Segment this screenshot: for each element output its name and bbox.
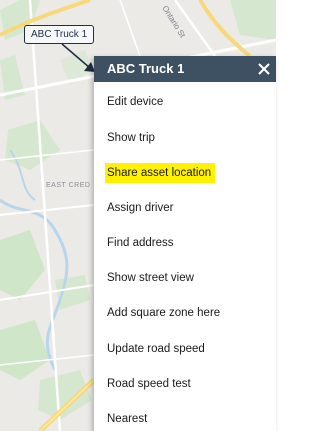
menu-item-assign-driver[interactable]: Assign driver	[94, 191, 276, 226]
context-menu-header: ABC Truck 1	[94, 56, 276, 82]
menu-item-edit-device[interactable]: Edit device	[94, 82, 276, 121]
asset-map-label[interactable]: ABC Truck 1	[24, 25, 95, 44]
asset-context-menu: ABC Truck 1 Edit device Show trip Share …	[94, 56, 276, 431]
menu-item-update-road-speed[interactable]: Update road speed	[94, 332, 276, 367]
close-icon[interactable]	[257, 58, 271, 80]
menu-item-road-speed-test[interactable]: Road speed test	[94, 367, 276, 402]
highlighted-label: Share asset location	[105, 163, 216, 184]
context-menu-list: Edit device Show trip Share asset locati…	[94, 82, 276, 431]
menu-item-add-square-zone[interactable]: Add square zone here	[94, 296, 276, 331]
menu-item-show-trip[interactable]: Show trip	[94, 121, 276, 156]
menu-item-nearest[interactable]: Nearest	[94, 402, 276, 431]
menu-item-share-asset-location[interactable]: Share asset location	[94, 156, 276, 191]
context-menu-title: ABC Truck 1	[107, 61, 185, 76]
menu-item-find-address[interactable]: Find address	[94, 226, 276, 261]
menu-item-show-street-view[interactable]: Show street view	[94, 261, 276, 296]
